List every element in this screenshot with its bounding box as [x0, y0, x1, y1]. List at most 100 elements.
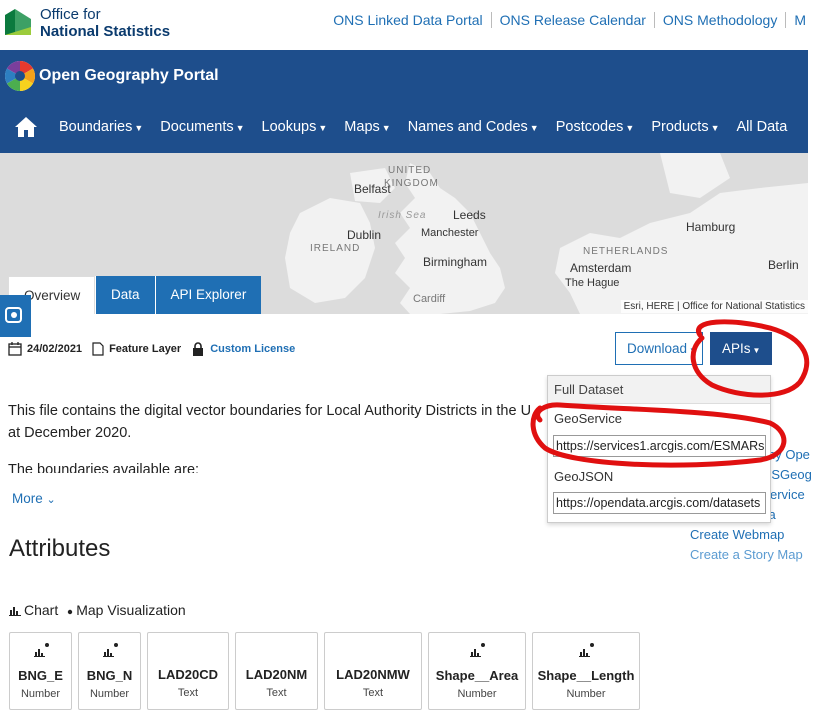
nav-label: Documents [160, 119, 234, 135]
geoservice-label: GeoService [554, 411, 622, 426]
map-label-birmingham: Birmingham [423, 255, 488, 269]
caret-down-icon: ▼ [752, 346, 761, 355]
document-icon [92, 342, 104, 356]
field-name: LAD20NMW [336, 667, 410, 682]
bar-chart-icon [9, 606, 21, 616]
meta-date: 24/02/2021 [8, 342, 82, 356]
caret-down-icon: ▼ [689, 346, 697, 355]
geoservice-url-field[interactable] [553, 435, 766, 457]
field-name: Shape__Length [537, 668, 635, 683]
caret-down-icon: ▼ [710, 123, 720, 133]
nav-documents[interactable]: Documents ▼ [160, 119, 244, 135]
license-link[interactable]: Custom License [210, 343, 295, 355]
calendar-icon [8, 342, 22, 356]
map-label-netherlands: NETHERLANDS [583, 246, 669, 257]
download-label: Download [627, 341, 688, 356]
chart-option-label: Chart [24, 602, 59, 618]
map-visualization-option[interactable]: Map Visualization [66, 602, 186, 618]
map-label-berlin: Berlin [768, 258, 799, 272]
more-label: More [12, 491, 43, 506]
dropdown-header: Full Dataset [548, 376, 770, 404]
field-card[interactable]: LAD20CD Text [147, 632, 229, 710]
field-type: Number [457, 688, 497, 700]
chevron-down-icon: ⌄ [46, 494, 56, 506]
field-chart-icon [579, 643, 594, 657]
field-card[interactable]: Shape__Area Number [428, 632, 526, 710]
nav-label: Names and Codes [407, 119, 528, 135]
map-label-cardiff: Cardiff [413, 293, 446, 305]
nav-label: Products [651, 119, 709, 135]
field-type: Text [177, 687, 199, 699]
description-p1: This file contains the digital vector bo… [8, 403, 532, 419]
ons-top-links: ONS Linked Data Portal ONS Release Calen… [325, 12, 814, 28]
create-webmap-link[interactable]: Create Webmap [690, 525, 812, 545]
more-link[interactable]: More ⌄ [12, 491, 56, 506]
field-card[interactable]: LAD20NMW Text [324, 632, 422, 710]
portal-title: Open Geography Portal [39, 67, 219, 84]
link-linked-data-portal[interactable]: ONS Linked Data Portal [325, 12, 490, 28]
map-label-united: UNITED [388, 165, 432, 176]
caret-down-icon: ▼ [381, 123, 391, 133]
link-methodology[interactable]: ONS Methodology [653, 12, 785, 28]
nav-postcodes[interactable]: Postcodes ▼ [556, 119, 635, 135]
item-metadata: 24/02/2021 Feature Layer Custom License [8, 342, 305, 356]
apis-label: APIs [722, 341, 751, 356]
map-label-dublin: Dublin [347, 228, 382, 242]
field-card[interactable]: BNG_E Number [9, 632, 72, 710]
tab-api-explorer[interactable]: API Explorer [154, 276, 262, 314]
nav-label: Maps [344, 119, 380, 135]
map-label-hamburg: Hamburg [686, 220, 736, 234]
field-card[interactable]: Shape__Length Number [532, 632, 640, 710]
map-label-manchester: Manchester [421, 227, 479, 239]
ons-topbar: Office for National Statistics ONS Linke… [0, 0, 814, 50]
field-chart-icon [102, 643, 118, 657]
attributes-heading: Attributes [9, 535, 111, 562]
field-type: Text [362, 687, 384, 699]
field-type: Number [89, 688, 130, 700]
caret-down-icon: ▼ [134, 123, 144, 133]
nav-lookups[interactable]: Lookups ▼ [262, 119, 328, 135]
nav-products[interactable]: Products ▼ [651, 119, 719, 135]
field-chart-icon [33, 643, 49, 657]
portal-logo-icon [4, 60, 36, 91]
field-card[interactable]: LAD20NM Text [235, 632, 318, 710]
apis-button[interactable]: APIs ▼ [710, 332, 772, 365]
create-story-map-link[interactable]: Create a Story Map [690, 545, 812, 565]
field-card[interactable]: BNG_N Number [78, 632, 141, 710]
home-icon[interactable] [14, 116, 38, 138]
nav-label: Boundaries [59, 119, 133, 135]
map-label-leeds: Leeds [453, 208, 486, 222]
field-type: Number [20, 688, 61, 700]
item-tabs: Overview Data API Explorer [8, 276, 262, 314]
nav-all-data[interactable]: All Data [737, 119, 788, 135]
accessibility-icon [5, 307, 22, 323]
geojson-label: GeoJSON [554, 469, 614, 484]
map-visualization-label: Map Visualization [76, 602, 186, 618]
field-name: Shape__Area [435, 668, 519, 683]
accessibility-widget-button[interactable] [0, 295, 31, 337]
portal-logo[interactable]: Open Geography Portal [4, 60, 219, 92]
ons-logo-line2: National Statistics [40, 23, 171, 40]
geojson-url-field[interactable] [553, 492, 766, 514]
portal-header: Open Geography Portal Boundaries ▼ Docume… [0, 50, 808, 153]
ons-logo[interactable]: Office for National Statistics [3, 5, 170, 41]
field-chart-icon [470, 643, 485, 657]
meta-type: Feature Layer [92, 342, 181, 356]
nav-maps[interactable]: Maps ▼ [344, 119, 390, 135]
nav-boundaries[interactable]: Boundaries ▼ [59, 119, 143, 135]
map-label-amsterdam: Amsterdam [570, 261, 632, 275]
meta-type-text: Feature Layer [109, 343, 182, 355]
field-type: Text [266, 687, 287, 699]
caret-down-icon: ▼ [625, 123, 635, 133]
apis-dropdown: Full Dataset GeoService GeoJSON [547, 375, 771, 523]
meta-license: Custom License [191, 342, 295, 356]
ons-logo-icon [5, 9, 31, 35]
description: This file contains the digital vector bo… [8, 400, 548, 473]
download-button[interactable]: Download ▼ [615, 332, 703, 365]
nav-names-and-codes[interactable]: Names and Codes ▼ [408, 119, 539, 135]
chart-option[interactable]: Chart [9, 602, 58, 618]
link-release-calendar[interactable]: ONS Release Calendar [490, 12, 654, 28]
link-more[interactable]: M [785, 12, 814, 28]
tab-data[interactable]: Data [95, 276, 155, 314]
field-name: LAD20NM [245, 667, 308, 682]
